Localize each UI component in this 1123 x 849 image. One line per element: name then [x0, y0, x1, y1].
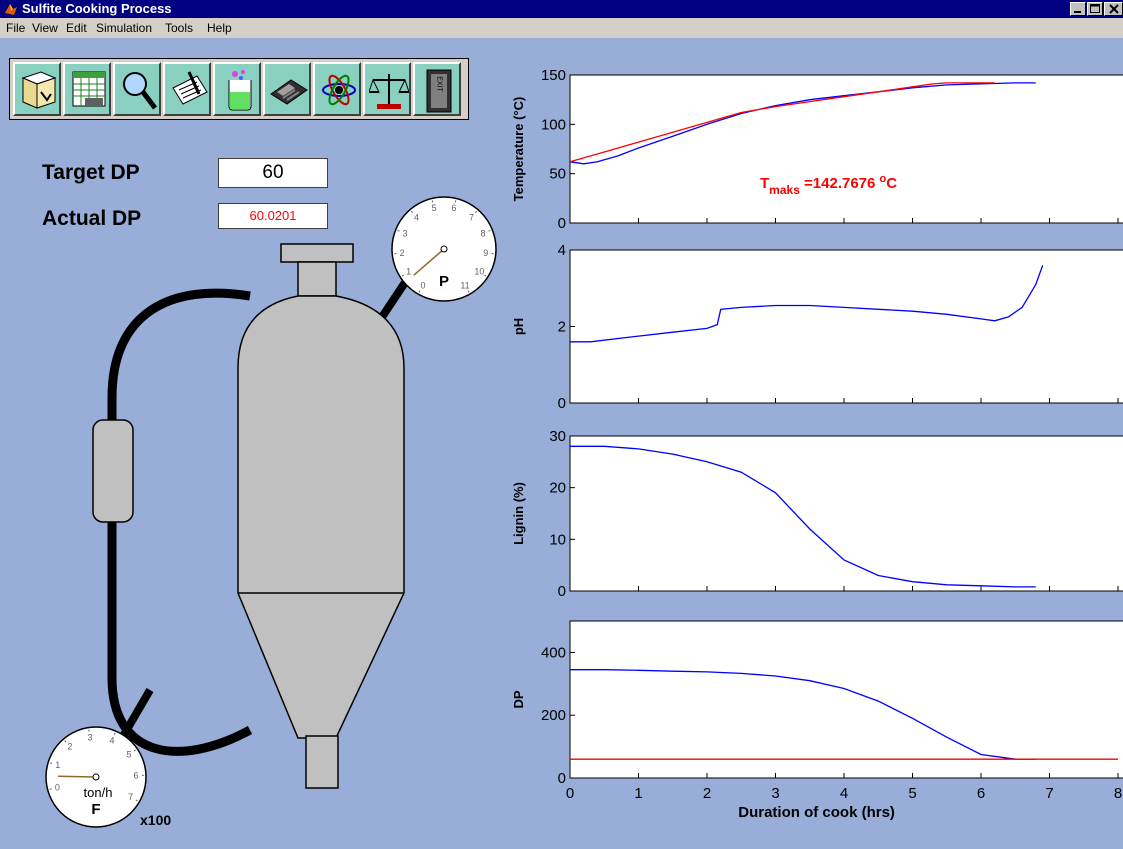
flow-multiplier: x100: [140, 812, 172, 828]
gauge-tick-label: 6: [451, 203, 456, 213]
menu-help[interactable]: Help: [207, 21, 232, 35]
gauge-tick-label: 3: [88, 732, 93, 742]
menu-view[interactable]: View: [32, 21, 58, 35]
x-tick-label: 6: [977, 785, 985, 802]
window-title: Sulfite Cooking Process: [22, 1, 172, 16]
maximize-button[interactable]: [1087, 2, 1103, 16]
y-axis-label: Lignin (%): [511, 482, 526, 545]
pressure-gauge-label: P: [439, 273, 449, 290]
menu-edit[interactable]: Edit: [66, 21, 87, 35]
x-tick-label: 2: [703, 785, 711, 802]
gauge-tick-label: 5: [127, 749, 132, 759]
x-tick-label: 7: [1045, 785, 1053, 802]
gauge-tick: [488, 229, 491, 232]
y-axis-label: Temperature (°C): [511, 97, 526, 202]
y-tick-label: 200: [541, 707, 566, 724]
chart-0: 050100150Temperature (°C) Tmaks =142.7676…: [511, 67, 1123, 232]
gauge-tick-label: 7: [469, 212, 474, 222]
chart-3: 0 200 400 0 1 2 3 4 5 6 7 8 DP Duration of cook (hrs): [511, 620, 1123, 821]
gauge-tick-label: 6: [133, 771, 138, 781]
flow-gauge-unit: ton/h: [84, 785, 113, 800]
y-axis-label: pH: [511, 318, 526, 335]
y-tick-label: 2: [558, 319, 566, 336]
gauge-tick-label: 8: [480, 228, 485, 238]
y-tick-label: 30: [549, 428, 566, 445]
gauge-tick-label: 5: [432, 203, 437, 213]
chart-1: 0 2 4 pH: [511, 242, 1123, 412]
y-tick-label: 50: [549, 166, 566, 183]
gauge-tick-label: 1: [55, 760, 60, 770]
y-tick-label: 10: [549, 531, 566, 548]
x-tick-label: 3: [771, 785, 779, 802]
y-tick-label: 150: [541, 67, 566, 84]
gauge-tick-label: 1: [406, 267, 411, 277]
flow-gauge: 0 12 3 4 5 6 7 ton/h F: [45, 726, 147, 828]
gauge-tick: [49, 788, 52, 790]
charts-panel: 050100150Temperature (°C) Tmaks =142.7676…: [511, 67, 1123, 821]
x-tick-label: 0: [566, 785, 574, 802]
flow-gauge-pipe: [118, 687, 154, 741]
heat-exchanger: [92, 419, 134, 523]
digester-neck: [297, 261, 337, 297]
y-tick-label: 0: [558, 215, 566, 232]
gauge-tick-label: 0: [420, 280, 425, 290]
digester-cap: [280, 243, 354, 263]
flow-needle: [57, 775, 97, 778]
menu-bar: File View Edit Simulation Tools Help: [0, 18, 1123, 38]
chart-2: 0 10 20 30 Lignin (%): [511, 428, 1123, 600]
app-window: Sulfite Cooking Process File View Edit S…: [0, 0, 1123, 849]
minimize-button[interactable]: [1070, 2, 1086, 16]
flow-gauge-label: F: [91, 801, 100, 818]
gauge-tick: [49, 762, 53, 764]
y-tick-label: 0: [558, 770, 566, 787]
title-bar[interactable]: Sulfite Cooking Process: [0, 0, 1123, 18]
x-tick-label: 4: [840, 785, 848, 802]
y-tick-label: 0: [558, 395, 566, 412]
plot-area: [569, 620, 1123, 779]
menu-simulation[interactable]: Simulation: [96, 21, 152, 35]
gauge-tick-label: 2: [400, 248, 405, 258]
maximize-icon: [1090, 4, 1100, 13]
y-tick-label: 100: [541, 116, 566, 133]
close-button[interactable]: [1104, 2, 1123, 16]
digester-outlet: [305, 735, 339, 789]
circulation-pipe: [107, 288, 253, 756]
menu-file[interactable]: File: [6, 21, 25, 35]
close-icon: [1108, 4, 1119, 14]
minimize-icon: [1074, 11, 1081, 13]
matlab-icon: [5, 4, 17, 15]
y-tick-label: 20: [549, 480, 566, 497]
gauge-tick-label: 4: [109, 735, 114, 745]
digester-vessel: [237, 295, 405, 739]
x-axis-label: Duration of cook (hrs): [738, 804, 895, 821]
gauge-tick-label: 11: [460, 280, 469, 290]
y-tick-label: 0: [558, 583, 566, 600]
gauge-tick-label: 7: [128, 792, 133, 802]
y-tick-label: 4: [558, 242, 566, 259]
gauge-tick-label: 4: [414, 212, 419, 222]
gauge-tick-label: 0: [55, 782, 60, 792]
x-tick-label: 5: [908, 785, 916, 802]
y-axis-label: DP: [511, 690, 526, 708]
x-tick-label: 1: [634, 785, 642, 802]
gauge-tick-label: 9: [483, 248, 488, 258]
gauge-tick-label: 2: [67, 742, 72, 752]
gauge-tick-label: 10: [474, 267, 484, 277]
y-tick-label: 400: [541, 644, 566, 661]
pressure-gauge: 012345 67891011 P: [391, 196, 497, 302]
plot-area: [569, 74, 1123, 224]
x-tick-label: 8: [1114, 785, 1122, 802]
plot-area: [569, 435, 1123, 592]
menu-tools[interactable]: Tools: [165, 21, 193, 35]
gauge-tick: [397, 229, 400, 232]
process-diagram: 012345 67891011 P 0123 4567 ton/h F: [45, 196, 497, 828]
gauge-tick-label: 3: [403, 228, 408, 238]
